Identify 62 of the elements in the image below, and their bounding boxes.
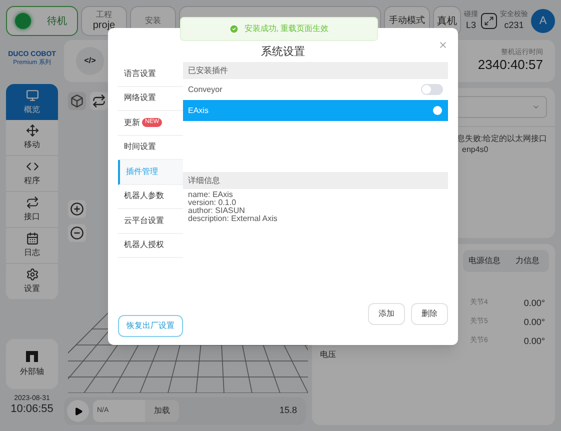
detail-line: name: EAxis [188, 191, 234, 199]
section-header: 详细信息 [183, 172, 448, 189]
expand-icon[interactable] [481, 13, 497, 29]
gear-icon [26, 268, 38, 281]
status-text: 待机 [47, 14, 67, 28]
voltage-label: 电压 [319, 349, 337, 361]
play-icon [74, 406, 82, 416]
action-button[interactable]: 添加 [368, 303, 405, 325]
nav-item[interactable]: 概览 [6, 84, 58, 120]
zoom-out-icon[interactable] [68, 224, 86, 242]
section-header: 已安装插件 [183, 62, 448, 79]
detail-line: version: 0.1.0 [188, 199, 238, 207]
time-text: 10:06:55 [10, 403, 54, 417]
play-button[interactable] [67, 400, 89, 422]
repeat-icon [26, 196, 38, 209]
action-button[interactable]: 删除 [411, 303, 448, 325]
calendar-icon [26, 232, 38, 245]
settings-menu-item[interactable]: 云平台设置 [118, 209, 183, 234]
code-icon [26, 160, 38, 173]
card-label: 工程 [96, 10, 112, 20]
info-tab[interactable]: 电源信息 [463, 250, 506, 272]
log-detail: enp4s0 [461, 144, 488, 155]
external-axis-button[interactable]: 外部轴 [6, 338, 58, 388]
settings-menu-item[interactable]: 机器人参数 [118, 184, 183, 209]
nav-item[interactable]: 接口 [6, 192, 58, 228]
info-tab[interactable]: 力信息 [506, 250, 549, 272]
joint-value: 0.00° [524, 316, 545, 329]
card-value: proje [92, 20, 116, 32]
joint-value: 0.00° [524, 334, 545, 348]
zoom-in-icon[interactable] [68, 200, 86, 218]
load-button[interactable]: 加载 [145, 400, 179, 422]
user-avatar[interactable]: A [531, 9, 555, 33]
runtime-value: 2340:40:57 [478, 57, 543, 74]
move-icon [26, 124, 38, 137]
gantry-icon [26, 350, 38, 362]
nav-item[interactable]: 日志 [6, 228, 58, 264]
joint-value: 0.00° [524, 296, 545, 310]
nav-item[interactable]: 设置 [6, 264, 58, 300]
plugin-name: Conveyor [188, 84, 222, 96]
chevron-down-icon [532, 103, 540, 111]
monitor-icon [26, 88, 38, 102]
dialog-title: 系统设置 [261, 44, 305, 60]
plugin-row[interactable]: Conveyor [183, 79, 448, 100]
speed-value: 15.8 [279, 404, 298, 418]
view-cube-icon[interactable] [68, 92, 86, 110]
detail-line: author: SIASUN [188, 207, 246, 215]
safety-value: c231 [504, 20, 524, 31]
check-circle-icon [229, 24, 240, 34]
settings-menu-item[interactable]: 机器人授权 [118, 234, 183, 258]
nav-item[interactable]: 程序 [6, 156, 58, 192]
status-card[interactable]: 工程 proje [81, 6, 127, 36]
toast-message: 安装成功, 重载页面生效 [244, 23, 329, 35]
path-icon[interactable] [90, 92, 108, 110]
nav-item[interactable]: 移动 [6, 120, 58, 156]
plugin-name: EAxis [188, 104, 208, 116]
collision-value: L3 [466, 20, 476, 31]
detail-line: description: External Axis [188, 215, 278, 223]
plugin-toggle[interactable] [421, 84, 443, 95]
status-light-icon [15, 13, 31, 29]
code-button[interactable]: </> [76, 47, 104, 75]
close-icon[interactable] [438, 40, 448, 50]
card-label: 安装 [145, 16, 161, 26]
